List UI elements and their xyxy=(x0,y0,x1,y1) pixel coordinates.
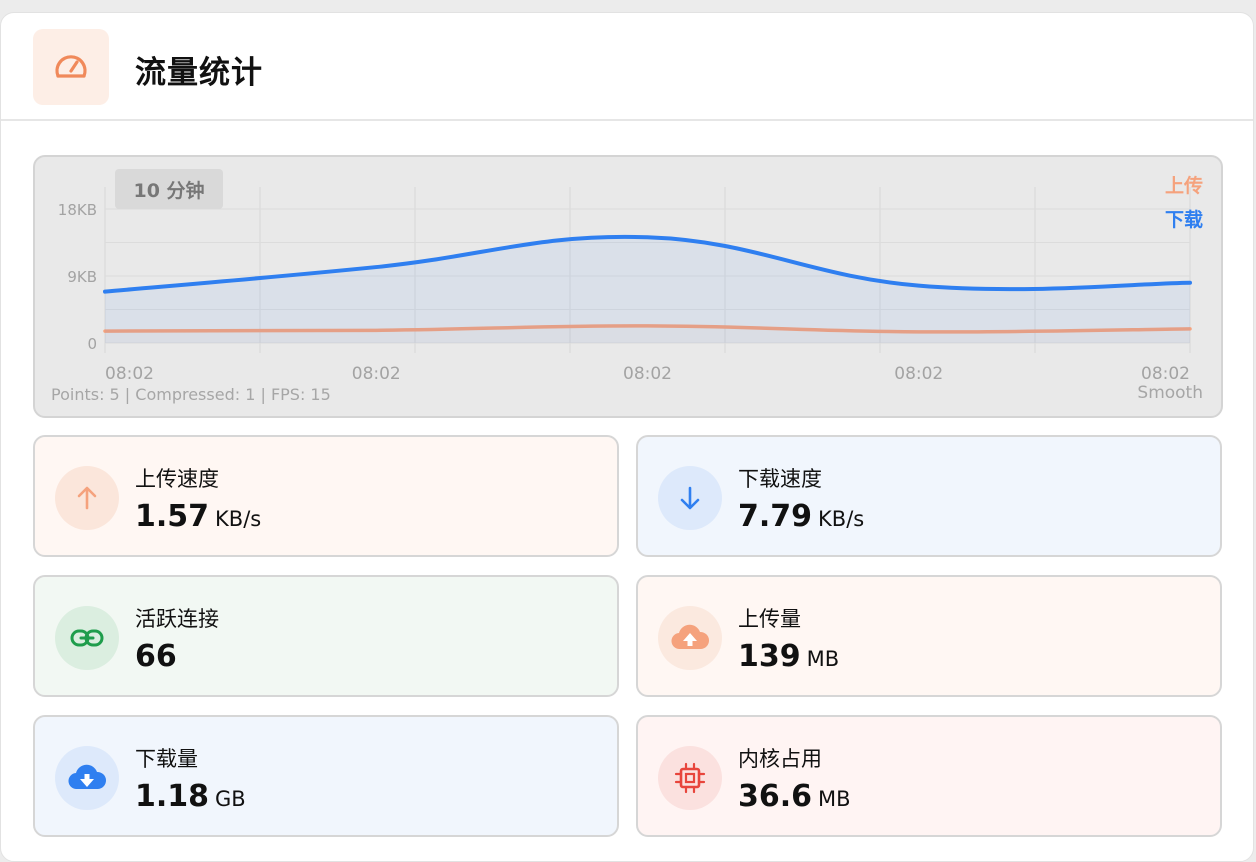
stat-core-memory: 内核占用 36.6MB xyxy=(636,715,1222,837)
legend-upload[interactable]: 上传 xyxy=(1165,171,1203,198)
stat-label: 内核占用 xyxy=(738,743,822,773)
stat-upload-total: 上传量 139MB xyxy=(636,575,1222,697)
card-header: 流量统计 xyxy=(1,13,1253,121)
stat-unit: MB xyxy=(807,647,840,671)
stat-unit: KB/s xyxy=(818,507,864,531)
time-range-button[interactable]: 10 分钟 xyxy=(115,169,223,209)
arrow-down-icon xyxy=(658,466,722,530)
x-tick-label: 08:02 xyxy=(105,364,154,384)
traffic-stats-card: 流量统计 18KB 9KB 0 08:02 08:02 08:02 08:02 08:02 1… xyxy=(0,12,1254,862)
cpu-chip-icon xyxy=(658,746,722,810)
y-tick-label: 0 xyxy=(87,335,97,353)
traffic-chart: 18KB9KB008:0208:0208:0208:0208:02 10 分钟 … xyxy=(33,155,1223,418)
x-tick-label: 08:02 xyxy=(894,364,943,384)
stat-label: 活跃连接 xyxy=(135,603,219,633)
chart-mode-label: Smooth xyxy=(1137,383,1203,403)
stat-value: 7.79 xyxy=(738,499,812,534)
stat-upload-speed: 上传速度 1.57KB/s xyxy=(33,435,619,557)
stat-label: 下载量 xyxy=(135,743,198,773)
stat-value: 1.18 xyxy=(135,779,209,814)
stat-unit: GB xyxy=(215,787,246,811)
y-tick-label: 9KB xyxy=(67,268,97,286)
stat-value: 139 xyxy=(738,639,801,674)
stat-label: 上传速度 xyxy=(135,463,219,493)
x-tick-label: 08:02 xyxy=(352,364,401,384)
stat-download-speed: 下载速度 7.79KB/s xyxy=(636,435,1222,557)
stat-unit: MB xyxy=(818,787,851,811)
stat-unit: KB/s xyxy=(215,507,261,531)
y-tick-label: 18KB xyxy=(58,201,97,219)
stat-label: 上传量 xyxy=(738,603,801,633)
cloud-upload-icon xyxy=(658,606,722,670)
stat-value: 1.57 xyxy=(135,499,209,534)
legend-download[interactable]: 下载 xyxy=(1165,205,1203,232)
x-tick-label: 08:02 xyxy=(1141,364,1190,384)
x-tick-label: 08:02 xyxy=(623,364,672,384)
stat-value: 36.6 xyxy=(738,779,812,814)
stat-value: 66 xyxy=(135,639,177,674)
stat-active-connections: 活跃连接 66 xyxy=(33,575,619,697)
stat-label: 下载速度 xyxy=(738,463,822,493)
page-title: 流量统计 xyxy=(135,47,263,92)
cloud-download-icon xyxy=(55,746,119,810)
speedometer-icon xyxy=(33,29,109,105)
link-icon xyxy=(55,606,119,670)
chart-stats-text: Points: 5 | Compressed: 1 | FPS: 15 xyxy=(51,385,331,404)
stat-download-total: 下载量 1.18GB xyxy=(33,715,619,837)
arrow-up-icon xyxy=(55,466,119,530)
